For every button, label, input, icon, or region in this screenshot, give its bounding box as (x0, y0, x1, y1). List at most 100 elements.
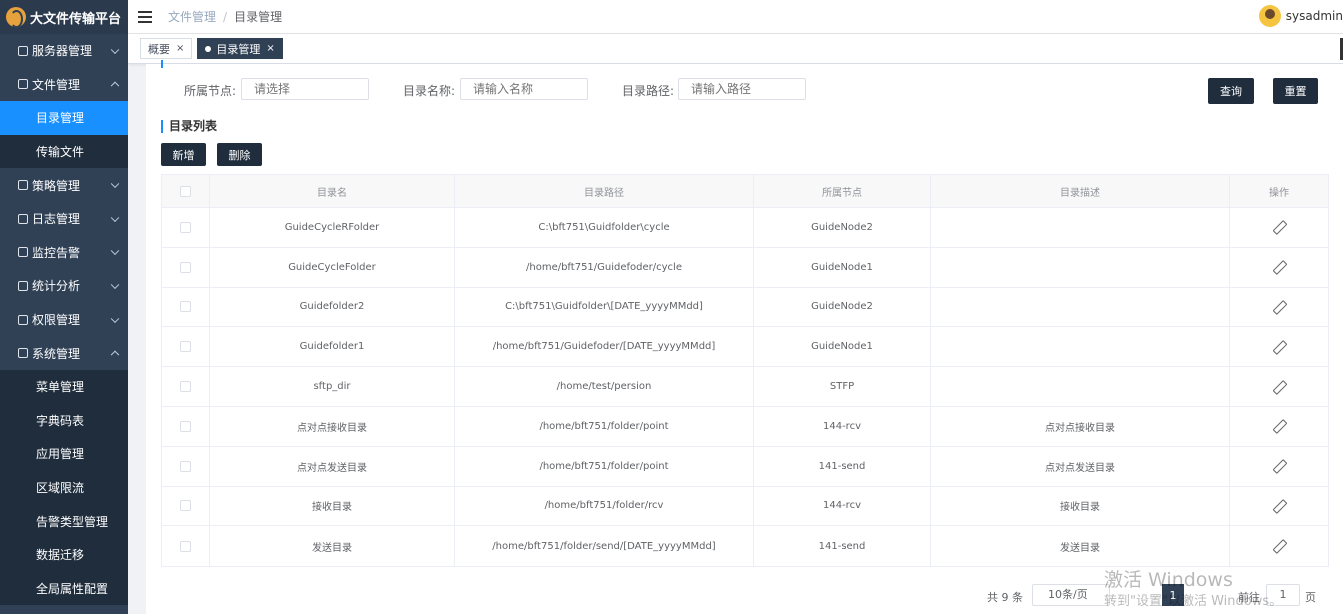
cube-icon (18, 45, 28, 56)
cell-name: GuideCycleFolder (210, 247, 455, 287)
sidebar-subitem-migration[interactable]: 数据迁移 (0, 537, 128, 572)
sidebar-item-label: 日志管理 (32, 212, 81, 227)
filter-bar: 所属节点: 目录名称: 目录路径: 查询 重置 (146, 78, 1343, 104)
tag-directory[interactable]: 目录管理 × (197, 38, 283, 59)
row-checkbox[interactable] (180, 301, 191, 313)
sidebar-item-permission[interactable]: 权限管理 (0, 303, 128, 337)
user-menu[interactable]: sysadmin (1258, 5, 1343, 27)
edit-icon[interactable] (1272, 499, 1286, 513)
table-row: Guidefolder1 /home/bft751/Guidefoder/[DA… (162, 327, 1328, 368)
sidebar-subitem-dict[interactable]: 字典码表 (0, 403, 128, 438)
node-select[interactable] (241, 78, 369, 100)
cell-desc (931, 327, 1230, 367)
close-icon[interactable]: × (266, 43, 274, 54)
sidebar-subitem-label: 数据迁移 (36, 548, 85, 563)
cell-action (1230, 208, 1328, 247)
logo-icon (6, 7, 26, 28)
sidebar-subitem-label: 字典码表 (36, 413, 85, 428)
add-button[interactable]: 新增 (161, 143, 206, 166)
search-button[interactable]: 查询 (1208, 78, 1254, 104)
cell-action (1230, 447, 1328, 486)
checkbox-cell (162, 526, 210, 567)
table-header: 目录名 目录路径 所属节点 目录描述 操作 (162, 175, 1328, 208)
cell-node: GuideNode1 (754, 327, 931, 367)
edit-icon[interactable] (1272, 380, 1286, 394)
row-checkbox[interactable] (180, 540, 191, 552)
edit-icon[interactable] (1272, 300, 1286, 314)
chevron-down-icon (110, 213, 120, 222)
sidebar-item-system[interactable]: 系统管理 (0, 336, 128, 370)
sidebar-subitem-global-config[interactable]: 全局属性配置 (0, 571, 128, 606)
reset-button[interactable]: 重置 (1273, 78, 1318, 104)
sidebar-subitem-rate-limit[interactable]: 区域限流 (0, 470, 128, 505)
close-icon[interactable]: × (176, 43, 184, 54)
cell-node: 144-rcv (754, 406, 931, 446)
sidebar-item-server[interactable]: 服务器管理 (0, 34, 128, 68)
cell-action (1230, 526, 1328, 566)
table-row: 发送目录 /home/bft751/folder/send/[DATE_yyyy… (162, 526, 1328, 567)
page-suffix: 页 (1305, 591, 1316, 604)
edit-icon[interactable] (1272, 419, 1286, 433)
checkbox-cell (162, 247, 210, 287)
cell-desc (931, 287, 1230, 327)
sidebar-subitem-transfer-file[interactable]: 传输文件 (0, 134, 128, 169)
table-row: GuideCycleFolder /home/bft751/Guidefoder… (162, 247, 1328, 288)
cell-name: Guidefolder1 (210, 327, 455, 367)
sidebar-subitem-alert-type[interactable]: 告警类型管理 (0, 504, 128, 538)
cell-path: /home/bft751/Guidefoder/[DATE_yyyyMMdd] (455, 327, 754, 367)
edit-icon[interactable] (1272, 340, 1286, 354)
cell-path: /home/test/persion (455, 367, 754, 406)
row-checkbox[interactable] (180, 261, 191, 273)
sidebar: 大文件传输平台 服务器管理 文件管理 目录管理 传输文件 策略管理 日志管理 监… (0, 0, 128, 614)
path-input[interactable] (678, 78, 806, 100)
page-size-select[interactable]: 10条/页 (1032, 584, 1110, 606)
chevron-down-icon (110, 246, 120, 256)
breadcrumb-item[interactable]: 文件管理 (168, 8, 216, 25)
cell-action (1230, 248, 1328, 287)
sidebar-subitem-directory[interactable]: 目录管理 (0, 101, 128, 135)
header-cell: 目录路径 (455, 175, 754, 207)
cell-desc: 发送目录 (931, 526, 1230, 567)
edit-icon[interactable] (1272, 459, 1286, 473)
header-cell: 目录名 (210, 175, 455, 207)
row-checkbox[interactable] (180, 221, 191, 233)
tags-view: 概要 × 目录管理 × (128, 34, 1343, 64)
sidebar-subitem-menu[interactable]: 菜单管理 (0, 369, 128, 404)
cell-path: /home/bft751/folder/send/[DATE_yyyyMMdd] (455, 526, 754, 567)
edit-icon[interactable] (1272, 220, 1286, 234)
sidebar-item-file[interactable]: 文件管理 (0, 68, 128, 102)
cell-desc (931, 247, 1230, 287)
cell-action (1230, 407, 1328, 446)
goto-page-input[interactable]: 1 (1266, 584, 1300, 606)
sidebar-subitem-app[interactable]: 应用管理 (0, 437, 128, 471)
row-checkbox[interactable] (180, 341, 191, 353)
select-all-checkbox[interactable] (180, 185, 191, 197)
sidebar-item-log[interactable]: 日志管理 (0, 202, 128, 236)
main-content: 所属节点: 目录名称: 目录路径: 查询 重置 目录列表 新增 删除 目录名 目… (146, 60, 1343, 614)
checkbox-cell (162, 406, 210, 446)
cell-name: 发送目录 (210, 526, 455, 567)
page-number-current[interactable]: 1 (1162, 584, 1184, 606)
edit-icon[interactable] (1272, 260, 1286, 274)
app-logo[interactable]: 大文件传输平台 (0, 0, 128, 34)
sidebar-item-monitor[interactable]: 监控告警 (0, 236, 128, 270)
row-checkbox[interactable] (180, 500, 191, 512)
chevron-down-icon (110, 179, 120, 189)
cell-desc: 点对点接收目录 (931, 406, 1230, 446)
row-checkbox[interactable] (180, 420, 191, 432)
header-cell: 目录描述 (931, 175, 1230, 207)
chevron-down-icon (110, 280, 120, 289)
sidebar-item-strategy[interactable]: 策略管理 (0, 168, 128, 202)
chevron-up-icon (110, 350, 120, 360)
delete-button[interactable]: 删除 (217, 143, 262, 166)
tag-overview[interactable]: 概要 × (140, 38, 193, 59)
cell-node: GuideNode2 (754, 208, 931, 247)
sidebar-item-stats[interactable]: 统计分析 (0, 269, 128, 303)
edit-icon[interactable] (1272, 539, 1286, 553)
name-input[interactable] (460, 78, 588, 100)
sidebar-subitem-label: 传输文件 (36, 145, 85, 160)
row-checkbox[interactable] (180, 460, 191, 472)
row-checkbox[interactable] (180, 381, 191, 393)
hamburger-icon[interactable] (138, 10, 152, 23)
header-cell: 所属节点 (754, 175, 931, 207)
